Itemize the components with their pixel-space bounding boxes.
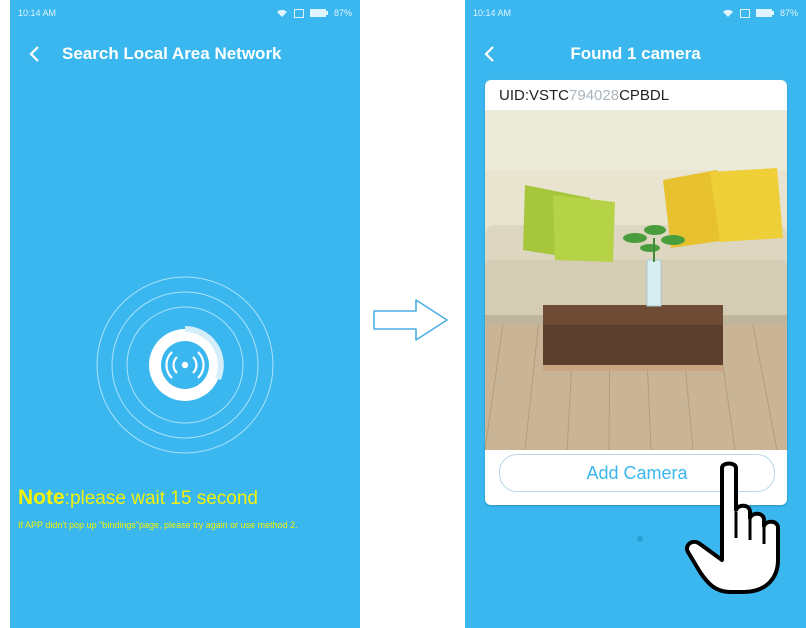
note-text: :please wait 15 second <box>64 488 258 509</box>
wifi-icon <box>276 9 287 17</box>
arrow-right-icon <box>373 299 448 341</box>
hint-text: If APP didn't pop up "bindings"page, ple… <box>18 520 298 530</box>
uid-masked: 794028 <box>569 87 620 104</box>
page-indicator-dot <box>637 536 643 542</box>
battery-icon <box>309 9 328 17</box>
pointing-hand-icon <box>685 461 780 594</box>
title-bar: Search Local Area Network <box>10 40 360 72</box>
battery-level: 87% <box>779 8 798 18</box>
sim-icon <box>739 8 750 18</box>
battery-icon <box>755 9 774 17</box>
battery-level: 87% <box>333 8 352 18</box>
back-chevron-icon[interactable] <box>24 42 46 66</box>
camera-card[interactable]: UID:VSTC794028CPBDL Add Camera <box>485 80 787 505</box>
page-title: Search Local Area Network <box>62 44 282 63</box>
status-time: 10:14 AM <box>18 8 57 18</box>
status-time: 10:14 AM <box>473 8 512 18</box>
status-bar: 10:14 AM 87% <box>473 8 798 22</box>
note-message: Note:please wait 15 second <box>18 486 358 510</box>
wifi-icon <box>722 9 733 17</box>
uid-suffix: CPBDL <box>619 87 670 104</box>
camera-preview-image <box>485 110 787 450</box>
broadcast-icon <box>96 276 274 454</box>
note-label: Note <box>18 486 65 509</box>
page-title: Found 1 camera <box>570 44 701 63</box>
uid-prefix: UID:VSTC <box>499 87 570 104</box>
status-bar: 10:14 AM 87% <box>18 8 352 22</box>
search-lan-screen: 10:14 AM 87% Search Local Area Network N… <box>10 0 360 628</box>
sim-icon <box>293 8 304 18</box>
title-bar: Found 1 camera <box>465 40 806 72</box>
camera-uid: UID:VSTC794028CPBDL <box>499 87 669 104</box>
